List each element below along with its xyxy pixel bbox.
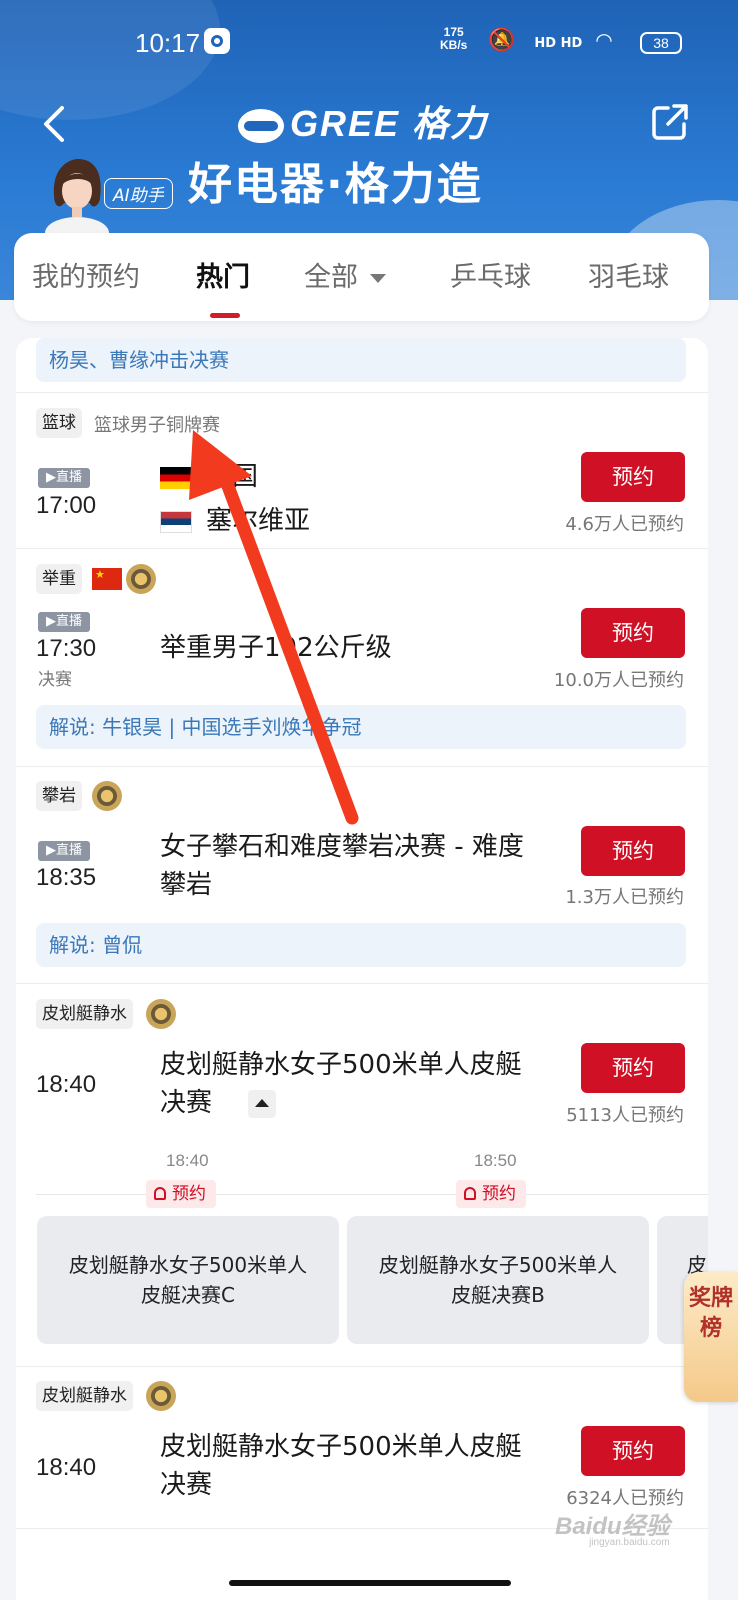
status-bar: 10:17 175 KB/s 🔕 HD HD ◠ 38 [0, 24, 738, 64]
serbia-flag-icon [160, 510, 192, 533]
avatar-icon [45, 159, 109, 249]
bell-icon [154, 1187, 166, 1200]
divider [16, 983, 708, 984]
medal-table-button[interactable]: 奖牌榜 [684, 1272, 738, 1402]
brand-logo: GREE 格力 [238, 95, 488, 147]
divider [16, 766, 708, 767]
reservation-count: 4.6万人已预约 [565, 514, 684, 535]
active-tab-indicator [210, 313, 240, 318]
sport-tag: 皮划艇静水 [36, 1381, 133, 1411]
divider [16, 392, 708, 393]
tab-table-tennis[interactable]: 乒乓球 [450, 255, 531, 294]
status-time: 10:17 [135, 28, 201, 58]
team-row: 塞尔维亚 [160, 500, 310, 537]
network-speed-unit: KB/s [440, 38, 468, 52]
ai-assistant-badge[interactable]: AI助手 [104, 178, 173, 209]
team-name: 塞尔维亚 [206, 506, 311, 536]
tab-all-label: 全部 [304, 262, 358, 293]
event-time: 18:40 [36, 1454, 97, 1481]
tab-badminton[interactable]: 羽毛球 [588, 255, 669, 294]
ai-assistant-avatar[interactable] [44, 155, 110, 249]
germany-flag-icon [160, 466, 192, 489]
event-title: 女子攀石和难度攀岩决赛 - 难度攀岩 [160, 832, 524, 900]
divider [16, 1366, 708, 1367]
commentary-note[interactable]: 解说: 曾侃 [36, 923, 686, 967]
divider [16, 548, 708, 549]
gold-medal-icon [126, 564, 156, 594]
event-title: 举重男子102公斤级 [160, 633, 392, 663]
network-speed: 175 KB/s [440, 26, 467, 52]
event-note[interactable]: 杨昊、曹缘冲击决赛 [36, 338, 686, 382]
home-indicator[interactable] [229, 1580, 511, 1586]
live-badge: ▶直播 [38, 841, 90, 861]
event-title-text: 皮划艇静水女子500米单人皮艇决赛 [160, 1050, 522, 1118]
reservation-count: 1.3万人已预约 [565, 887, 684, 908]
share-icon [652, 104, 688, 140]
live-label: 直播 [55, 470, 82, 485]
reserve-button[interactable]: 预约 [581, 1043, 685, 1093]
event-time: 17:00 [36, 492, 97, 519]
timeline-reserve-chip[interactable]: 预约 [456, 1180, 526, 1208]
event-list: 杨昊、曹缘冲击决赛 篮球 篮球男子铜牌赛 ▶直播 17:00 德国 塞尔维亚 预… [16, 338, 708, 1600]
app-notification-icon [204, 28, 230, 54]
collapse-icon[interactable] [248, 1090, 276, 1118]
reserve-button[interactable]: 预约 [581, 452, 685, 502]
gold-medal-icon [92, 781, 122, 811]
tab-all[interactable]: 全部 [304, 255, 386, 294]
live-label: 直播 [55, 843, 82, 858]
sport-tag: 攀岩 [36, 781, 82, 811]
cell-signal-icon: HD HD [534, 36, 583, 51]
timeline-time: 18:40 [166, 1151, 209, 1170]
reservation-count: 5113人已预约 [566, 1105, 684, 1126]
live-badge: ▶直播 [38, 612, 90, 632]
event-time: 18:35 [36, 864, 97, 891]
team-row: 德国 [160, 456, 258, 493]
event-time: 17:30 [36, 635, 97, 662]
event-stage: 决赛 [38, 670, 72, 690]
timeline-reserve-chip[interactable]: 预约 [146, 1180, 216, 1208]
signal-icons: 🔕 HD HD ◠ [488, 28, 619, 53]
reservation-count: 10.0万人已预约 [553, 670, 684, 691]
timeline-line [36, 1194, 708, 1195]
sub-event-card[interactable]: 皮划艇静水女子500米单人皮艇决赛B [347, 1216, 649, 1344]
gree-logo-icon [238, 109, 284, 144]
share-button[interactable] [648, 100, 692, 144]
slogan: 好电器·格力造 [188, 159, 483, 210]
live-label: 直播 [55, 614, 82, 629]
team-name: 德国 [206, 462, 259, 492]
tab-my-reservations[interactable]: 我的预约 [32, 255, 140, 294]
sport-tag: 篮球 [36, 408, 82, 438]
china-flag-icon [92, 568, 122, 590]
category-tab-bar: 我的预约 热门 全部 乒乓球 羽毛球 [14, 233, 709, 321]
reserve-button[interactable]: 预约 [581, 826, 685, 876]
wifi-icon: ◠ [595, 28, 619, 52]
baidu-watermark: Baidu经验 jingyan.baidu.com [555, 1506, 670, 1548]
back-button[interactable] [36, 100, 76, 148]
timeline-reserve-label: 预约 [172, 1184, 206, 1204]
event-name: 篮球男子铜牌赛 [94, 415, 220, 436]
battery-icon: 38 [640, 32, 682, 54]
timeline-time: 18:50 [474, 1151, 517, 1170]
reserve-button[interactable]: 预约 [581, 1426, 685, 1476]
event-time: 18:40 [36, 1071, 97, 1098]
chevron-left-icon [44, 106, 64, 142]
timeline-reserve-label: 预约 [482, 1184, 516, 1204]
event-title: 皮划艇静水女子500米单人皮艇决赛 [160, 1432, 522, 1500]
sport-tag: 举重 [36, 564, 82, 594]
watermark-main: Baidu经验 [555, 1513, 670, 1540]
gold-medal-icon [146, 1381, 176, 1411]
tab-hot[interactable]: 热门 [196, 255, 250, 294]
live-badge: ▶直播 [38, 468, 90, 488]
sub-event-card[interactable]: 皮划艇静水女子500米单人皮艇决赛C [37, 1216, 339, 1344]
brand-text: GREE 格力 [290, 103, 489, 144]
bell-icon [464, 1187, 476, 1200]
caret-down-icon [370, 274, 386, 283]
gold-medal-icon [146, 999, 176, 1029]
reserve-button[interactable]: 预约 [581, 608, 685, 658]
event-title: 皮划艇静水女子500米单人皮艇决赛 [160, 1046, 530, 1122]
sport-tag: 皮划艇静水 [36, 999, 133, 1029]
mute-icon: 🔕 [488, 28, 522, 53]
commentary-note[interactable]: 解说: 牛银昊 | 中国选手刘焕华争冠 [36, 705, 686, 749]
